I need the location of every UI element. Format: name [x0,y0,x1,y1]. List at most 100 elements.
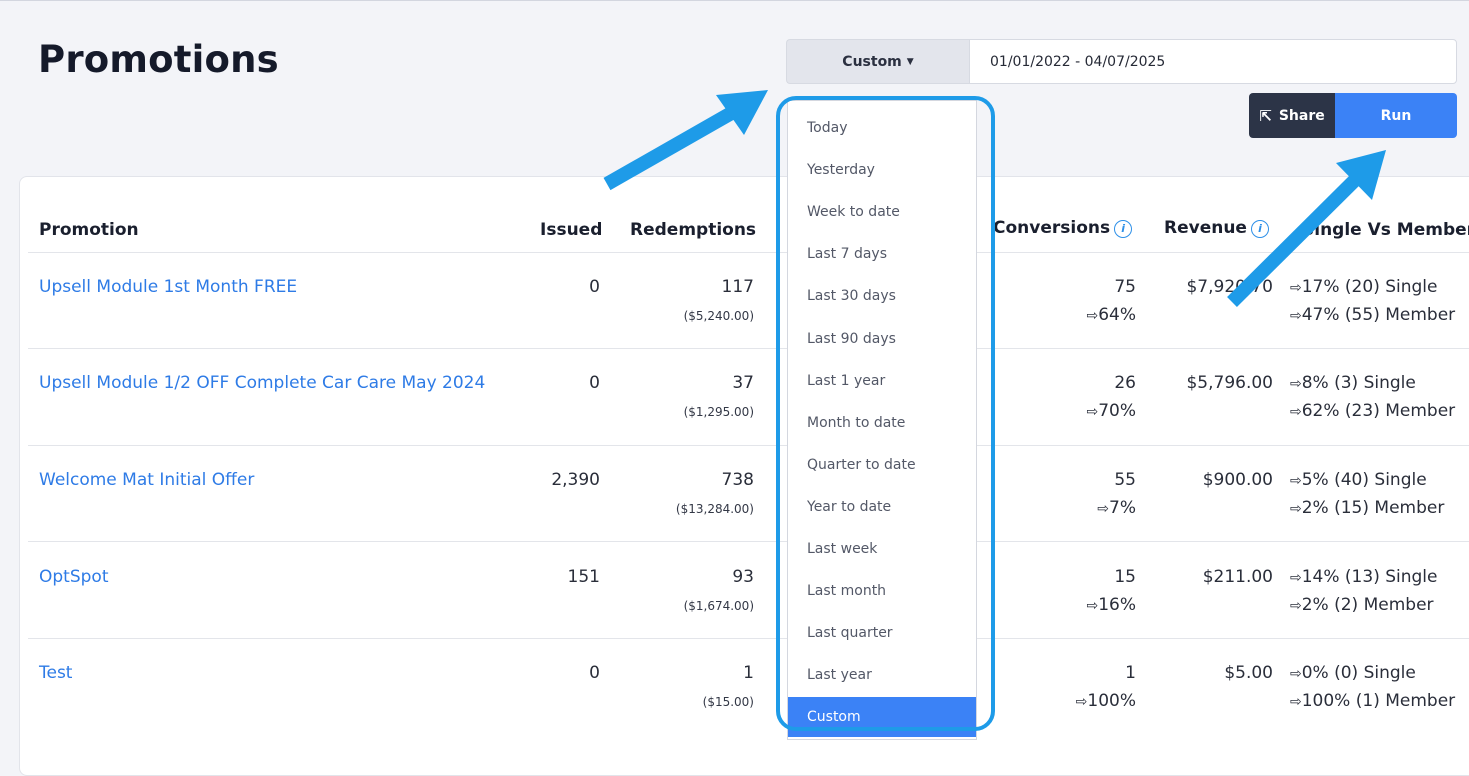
arrow-right-icon: ⇨ [1075,694,1088,710]
member-value: 62% (23) Member [1301,401,1456,421]
promotion-link[interactable]: OptSpot [39,567,109,587]
conversion-rate: ⇨70% [1000,401,1136,421]
conversions-value: 55 [1114,470,1136,490]
arrow-right-icon: ⇨ [1290,308,1302,324]
info-icon[interactable]: i [1114,220,1133,238]
member-breakdown: ⇨2% (2) Member [1290,595,1469,615]
single-breakdown: ⇨17% (20) Single [1290,277,1469,297]
annotation-arrow-left [603,90,768,191]
page-title: Promotions [38,38,279,81]
conversion-rate: ⇨64% [1000,305,1136,325]
single-breakdown: ⇨5% (40) Single [1290,470,1469,490]
issued-value: 0 [589,277,600,297]
dropdown-option-last-30-days[interactable]: Last 30 days [788,276,976,316]
member-breakdown: ⇨2% (15) Member [1290,498,1469,518]
promotion-link[interactable]: Upsell Module 1/2 OFF Complete Car Care … [39,373,485,393]
date-range-select-label: Custom [842,53,902,70]
arrow-right-icon: ⇨ [1086,598,1099,614]
single-value: 17% (20) Single [1301,277,1438,297]
arrow-right-icon: ⇨ [1097,501,1110,517]
arrow-right-icon: ⇨ [1290,694,1302,710]
issued-value: 151 [567,567,600,587]
divider [28,445,1469,446]
redemptions-amount: ($5,240.00) [683,309,754,323]
arrow-right-icon: ⇨ [1290,666,1302,682]
member-breakdown: ⇨47% (55) Member [1290,305,1469,325]
dropdown-option-today[interactable]: Today [788,108,976,148]
conversion-rate-value: 100% [1087,691,1136,711]
member-value: 47% (55) Member [1301,305,1456,325]
dropdown-option-custom[interactable]: Custom [788,697,976,738]
redemptions-value: 37 [732,373,754,393]
redemptions-amount: ($1,295.00) [683,405,754,419]
issued-value: 0 [589,373,600,393]
promotion-link[interactable]: Upsell Module 1st Month FREE [39,277,297,297]
conversion-rate-value: 70% [1098,401,1136,421]
arrow-right-icon: ⇨ [1290,598,1302,614]
dropdown-option-last-90-days[interactable]: Last 90 days [788,319,976,359]
arrow-right-icon: ⇨ [1290,376,1302,392]
dropdown-option-week-to-date[interactable]: Week to date [788,192,976,232]
single-breakdown: ⇨0% (0) Single [1290,663,1469,683]
header-conversions-label: Conversions [993,218,1111,238]
header-redemptions[interactable]: Redemptions [630,220,756,240]
date-range-input[interactable] [969,39,1457,84]
member-value: 100% (1) Member [1301,691,1456,711]
revenue-value: $5.00 [1224,663,1273,683]
arrow-right-icon: ⇨ [1290,570,1302,586]
issued-value: 2,390 [551,470,600,490]
header-promotion[interactable]: Promotion [39,220,139,240]
promotion-link[interactable]: Test [39,663,72,683]
redemptions-amount: ($15.00) [702,695,754,709]
conversion-rate-value: 64% [1098,305,1136,325]
header-conversions[interactable]: Conversions i [993,218,1133,238]
conversion-rate: ⇨7% [1000,498,1136,518]
date-range-select[interactable]: Custom ▼ [786,39,969,84]
run-button[interactable]: Run [1335,93,1457,138]
member-value: 2% (2) Member [1301,595,1434,615]
dropdown-option-last-quarter[interactable]: Last quarter [788,613,976,653]
conversions-value: 1 [1125,663,1136,683]
info-icon[interactable]: i [1250,220,1269,238]
dropdown-option-last-1-year[interactable]: Last 1 year [788,361,976,401]
divider [28,541,1469,542]
promotion-link[interactable]: Welcome Mat Initial Offer [39,470,254,490]
conversions-value: 15 [1114,567,1136,587]
divider [28,252,1469,253]
dropdown-option-yesterday[interactable]: Yesterday [788,150,976,190]
share-button-label: Share [1278,107,1325,124]
arrow-right-icon: ⇨ [1290,404,1302,420]
caret-down-icon: ▼ [906,56,914,67]
dropdown-option-last-year[interactable]: Last year [788,655,976,695]
date-range-dropdown: Today Yesterday Week to date Last 7 days Las… [787,100,977,740]
member-breakdown: ⇨100% (1) Member [1290,691,1469,711]
dropdown-option-last-week[interactable]: Last week [788,529,976,569]
conversion-rate: ⇨100% [1000,691,1136,711]
dropdown-option-quarter-to-date[interactable]: Quarter to date [788,445,976,485]
top-border [0,0,1469,1]
single-breakdown: ⇨8% (3) Single [1290,373,1469,393]
conversion-rate-value: 7% [1109,498,1136,518]
conversion-rate: ⇨16% [1000,595,1136,615]
conversions-value: 75 [1114,277,1136,297]
conversions-value: 26 [1114,373,1136,393]
arrow-right-icon: ⇨ [1290,473,1302,489]
header-issued[interactable]: Issued [540,220,602,240]
dropdown-option-year-to-date[interactable]: Year to date [788,487,976,527]
member-breakdown: ⇨62% (23) Member [1290,401,1469,421]
header-single-vs-member[interactable]: Single Vs Member [1302,220,1469,240]
revenue-value: $7,920.70 [1186,277,1273,297]
member-value: 2% (15) Member [1301,498,1445,518]
redemptions-value: 117 [721,277,754,297]
dropdown-option-last-7-days[interactable]: Last 7 days [788,234,976,274]
divider [28,348,1469,349]
dropdown-option-month-to-date[interactable]: Month to date [788,403,976,443]
share-icon: ⇱ [1259,106,1272,125]
arrow-right-icon: ⇨ [1290,280,1302,296]
arrow-right-icon: ⇨ [1290,501,1302,517]
share-button[interactable]: ⇱ Share [1249,93,1335,138]
header-revenue[interactable]: Revenue i [1164,218,1269,238]
dropdown-option-last-month[interactable]: Last month [788,571,976,611]
redemptions-value: 1 [743,663,754,683]
single-value: 14% (13) Single [1301,567,1438,587]
